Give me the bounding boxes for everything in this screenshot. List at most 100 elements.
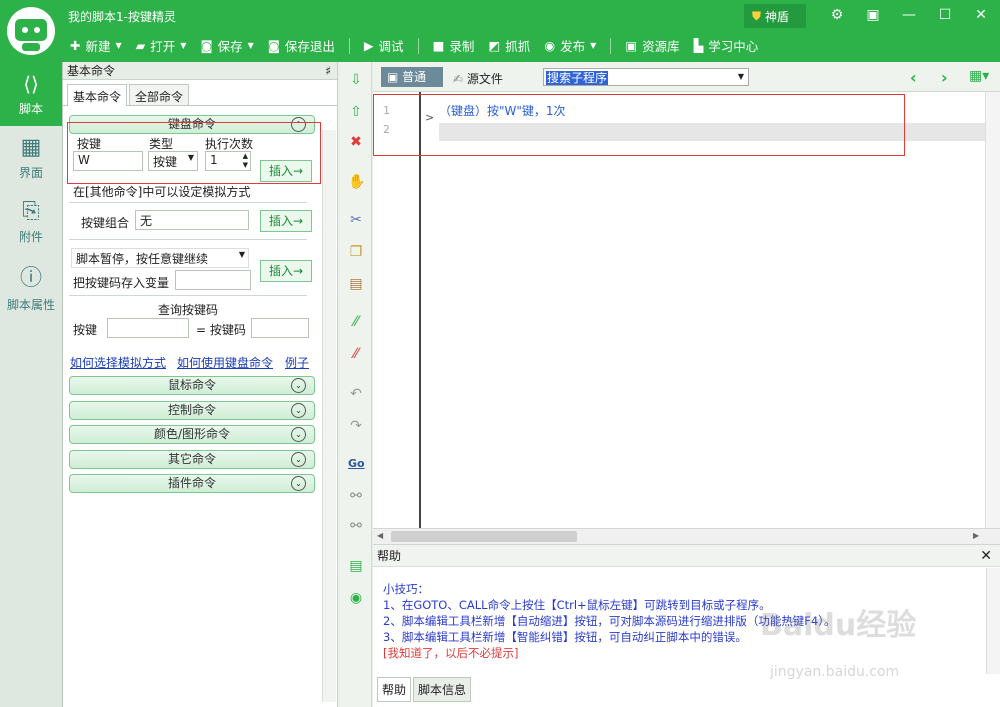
mode-source-tab[interactable]: ✍ 源文件	[453, 70, 503, 87]
divider	[69, 202, 307, 203]
find-icon[interactable]: ⚯	[348, 488, 364, 504]
link-keyboard-usage[interactable]: 如何使用键盘命令	[177, 354, 273, 371]
group-mouse-commands[interactable]: 鼠标命令 ⌄	[69, 376, 315, 395]
help-vscroll[interactable]	[986, 568, 1000, 674]
tab-help[interactable]: 帮助	[377, 677, 412, 702]
shield-label: 神盾	[765, 9, 790, 24]
toolbar-grab-button[interactable]: ◩ 抓抓	[488, 36, 530, 55]
pause-select[interactable]: 脚本暂停，按任意键继续 ▼	[71, 248, 249, 268]
undo-icon[interactable]: ↶	[348, 386, 364, 402]
nav-item-properties[interactable]: ⓘ 脚本属性	[0, 254, 62, 318]
pin-icon[interactable]: ♯	[325, 64, 331, 78]
scroll-thumb[interactable]	[391, 531, 577, 542]
count-column-label: 执行次数	[205, 137, 254, 151]
toolbar-save-button[interactable]: ◙ 保存 ▼	[200, 36, 253, 55]
shield-icon: ⛊	[752, 8, 762, 23]
nav-item-layout[interactable]: ▦ 界面	[0, 126, 62, 190]
toolbar-record-button[interactable]: ■ 录制	[433, 36, 475, 55]
count-stepper[interactable]: 1 ▲ ▼	[205, 151, 251, 171]
tab-script-info[interactable]: 脚本信息	[413, 677, 472, 702]
view-grid-icon[interactable]: ▦▾	[969, 68, 989, 84]
toolbar-learn-button[interactable]: ▙ 学习中心	[694, 36, 759, 55]
watermark-url: jingyan.baidu.com	[770, 664, 900, 680]
query-key-input[interactable]	[107, 318, 189, 338]
shield-button[interactable]: ⛊ 神盾	[744, 4, 806, 28]
skin-icon[interactable]: ▣	[860, 5, 886, 25]
toolbar-new-button[interactable]: ✚ 新建 ▼	[70, 36, 122, 55]
settings-icon[interactable]: ⚙	[824, 5, 850, 25]
expand-icon[interactable]: ⌄	[291, 452, 306, 467]
toolbar-divider	[610, 37, 612, 54]
stepper-arrows-icon[interactable]: ▲ ▼	[243, 152, 248, 170]
toolbar-save-exit-button[interactable]: ◙ 保存退出	[268, 36, 335, 55]
link-examples[interactable]: 例子	[285, 354, 309, 371]
link-simulation-mode[interactable]: 如何选择模拟方式	[70, 354, 166, 371]
toolbar-debug-button[interactable]: ▶ 调试	[364, 36, 404, 55]
maximize-button[interactable]: ☐	[932, 5, 958, 25]
mode-normal-tab[interactable]: ▣ 普通	[381, 67, 443, 87]
toolbar-open-button[interactable]: ▰ 打开 ▼	[136, 36, 187, 55]
group-plugin-commands[interactable]: 插件命令 ⌄	[69, 474, 315, 493]
code-editor[interactable]: 1 2 > （键盘）按"W"键，1次	[373, 92, 1000, 528]
key-type-select[interactable]: 按键 ▼	[148, 151, 198, 171]
scroll-right-icon[interactable]: ▶	[973, 531, 979, 540]
group-other-commands[interactable]: 其它命令 ⌄	[69, 450, 315, 469]
cut-icon[interactable]: ✂	[348, 212, 364, 228]
expand-icon[interactable]: ⌄	[291, 378, 306, 393]
toolbar-publish-button[interactable]: ◉ 发布 ▼	[544, 36, 596, 55]
goto-icon[interactable]: Go	[348, 456, 365, 472]
prev-icon[interactable]: ‹	[910, 68, 917, 87]
editor-hscroll[interactable]: ◀ ▶	[373, 528, 1000, 544]
nav-item-script[interactable]: ⟨⟩ 脚本	[0, 62, 62, 126]
scroll-left-icon[interactable]: ◀	[377, 531, 383, 540]
insert-key-button[interactable]: 插入→	[260, 160, 312, 182]
dismiss-tip-link[interactable]: [我知道了，以后不必提示]	[383, 645, 518, 661]
tab-all-commands[interactable]: 全部命令	[129, 84, 190, 105]
smart-fix-icon[interactable]: ◉	[348, 590, 364, 606]
store-variable-input[interactable]	[175, 270, 251, 290]
auto-indent-icon[interactable]: ▤	[348, 558, 364, 574]
publish-icon: ◉	[544, 38, 556, 53]
app-logo-icon	[7, 7, 55, 55]
query-code-label: = 按键码	[196, 323, 246, 337]
move-down-icon[interactable]: ⇩	[348, 72, 364, 88]
query-code-input[interactable]	[251, 318, 309, 338]
minimize-button[interactable]: —	[896, 5, 922, 25]
expand-icon[interactable]: ⌄	[291, 476, 306, 491]
comment-icon[interactable]: ⁄⁄	[348, 314, 364, 330]
tip-title: 小技巧：	[383, 582, 429, 596]
delete-icon[interactable]: ✖	[348, 134, 364, 150]
key-column-label: 按键	[77, 137, 102, 151]
panel-scrollbar[interactable]	[322, 130, 336, 702]
expand-icon[interactable]: ⌄	[291, 427, 306, 442]
editor-header: ▣ 普通 ✍ 源文件 搜索子程序 ▼ ‹ › ▦▾	[373, 62, 1000, 92]
next-icon[interactable]: ›	[941, 68, 948, 87]
close-icon[interactable]: ✕	[980, 548, 992, 564]
close-button[interactable]: ✕	[968, 5, 994, 25]
toolbar-resource-button[interactable]: ▣ 资源库	[625, 36, 679, 55]
main-toolbar: ✚ 新建 ▼ ▰ 打开 ▼ ◙ 保存 ▼ ◙ 保存退出 ▶ 调试 ■ 录制 ◩ 抓抓 ◉ 发布 ▼ ▣ 资…	[70, 36, 758, 55]
group-color-commands[interactable]: 颜色/图形命令 ⌄	[69, 425, 315, 444]
combo-input[interactable]: 无	[135, 210, 249, 230]
key-input[interactable]: W	[73, 151, 143, 171]
insert-combo-button[interactable]: 插入→	[260, 210, 312, 232]
group-control-commands[interactable]: 控制命令 ⌄	[69, 401, 315, 420]
plus-icon: ✚	[70, 38, 81, 53]
hand-icon[interactable]: ✋	[348, 174, 365, 190]
move-up-icon[interactable]: ⇧	[348, 104, 364, 120]
subroutine-select[interactable]: 搜索子程序 ▼	[543, 68, 749, 86]
uncomment-icon[interactable]: ⁄⁄	[348, 346, 364, 362]
left-nav: ⟨⟩ 脚本 ▦ 界面 ⎘ 附件 ⓘ 脚本属性	[0, 62, 63, 707]
normal-mode-icon: ▣	[387, 70, 399, 84]
copy-icon[interactable]: ❐	[348, 244, 364, 260]
editor-vscroll[interactable]	[985, 92, 1000, 528]
nav-item-attachment[interactable]: ⎘ 附件	[0, 190, 62, 254]
replace-icon[interactable]: ⚯	[348, 518, 364, 534]
redo-icon[interactable]: ↷	[348, 418, 364, 434]
expand-icon[interactable]: ⌄	[291, 403, 306, 418]
insert-pause-button[interactable]: 插入→	[260, 260, 312, 282]
dropdown-icon: ▼	[737, 72, 744, 81]
source-file-icon: ✍	[453, 72, 464, 86]
paste-icon[interactable]: ▤	[348, 276, 364, 292]
tab-basic-commands[interactable]: 基本命令	[67, 84, 128, 106]
